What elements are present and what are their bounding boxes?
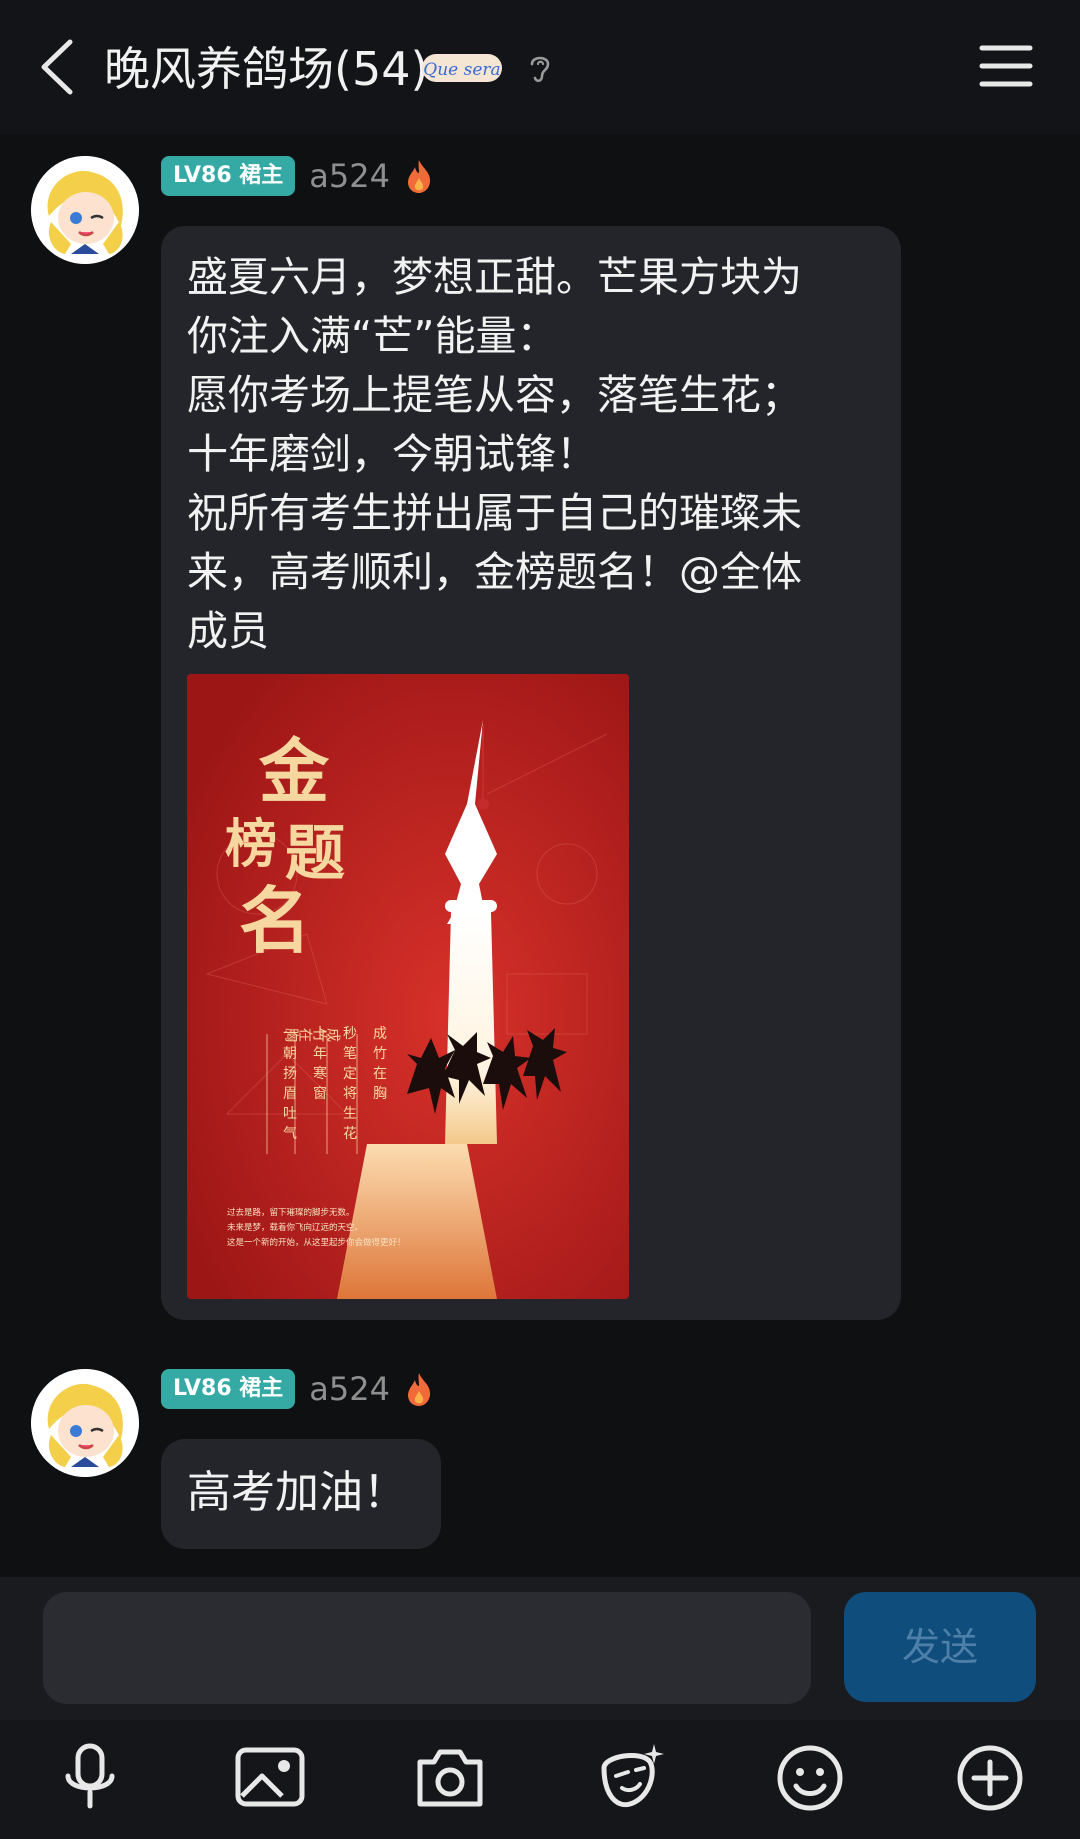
poster-column-text: 成竹在胸 [373,1026,387,1102]
svg-text:Que sera: Que sera [423,60,500,80]
message-bubble[interactable]: 盛夏六月，梦想正甜。芒果方块为 你注入满“芒”能量： 愿你考场上提笔从容，落笔生… [161,226,901,1320]
message-input[interactable] [43,1592,811,1704]
avatar[interactable] [31,1369,139,1477]
poster-footer-line: 未来是梦，载着你飞向辽远的天空。 [227,1223,364,1233]
bottom-toolbar [0,1720,1080,1839]
message-text: 高考加油！ [187,1467,407,1518]
chat-title[interactable]: 晚风养鸽场(54) [104,40,428,98]
send-button[interactable]: 发送 [844,1592,1036,1702]
group-logo-badge: Que sera [422,54,502,82]
flame-icon [407,160,431,193]
poster-image[interactable]: 金 榜 题 名 成竹在胸 成竹在胸 秒笔定将生花 十年寒窗 一朝扬眉吐气 过去是… [187,674,629,1299]
avatar[interactable] [31,156,139,264]
plus-icon[interactable] [950,1738,1030,1818]
message-text: 盛夏六月，梦想正甜。芒果方块为 你注入满“芒”能量： 愿你考场上提笔从容，落笔生… [187,253,802,655]
poster-title-char: 榜 [225,814,277,875]
input-bar: 发送 [0,1577,1080,1720]
chat-header: 晚风养鸽场(54) Que sera [0,0,1080,134]
poster-column-text: 一朝扬眉吐气 [283,1026,297,1142]
menu-icon[interactable] [978,42,1034,90]
back-arrow-icon[interactable] [30,32,100,102]
camera-icon[interactable] [410,1738,490,1818]
poster-footer-line: 这是一个新的开始，从这里起步你会做得更好！ [227,1238,406,1248]
poster-footer-line: 过去是路，留下璀璨的脚步无数。 [227,1208,355,1218]
flame-icon [407,1373,431,1406]
username[interactable]: a524 [309,1370,390,1408]
emoji-icon[interactable] [770,1738,850,1818]
ear-icon[interactable] [520,48,560,88]
poster-column-text: 秒笔定将生花 [343,1026,357,1142]
level-badge: LV86 裙主 [161,1369,296,1409]
level-badge: LV86 裙主 [161,156,296,196]
username[interactable]: a524 [309,157,390,195]
poster-title-char: 金 [258,730,330,813]
image-icon[interactable] [230,1738,310,1818]
message-meta: LV86 裙主 a524 [161,1367,434,1411]
magic-sticker-icon[interactable] [590,1738,670,1818]
message-bubble[interactable]: 高考加油！ [161,1439,441,1549]
microphone-icon[interactable] [50,1738,130,1818]
poster-title-char: 名 [239,878,311,963]
poster-column-text: 十年寒窗 [313,1026,327,1102]
message-meta: LV86 裙主 a524 [161,154,434,198]
